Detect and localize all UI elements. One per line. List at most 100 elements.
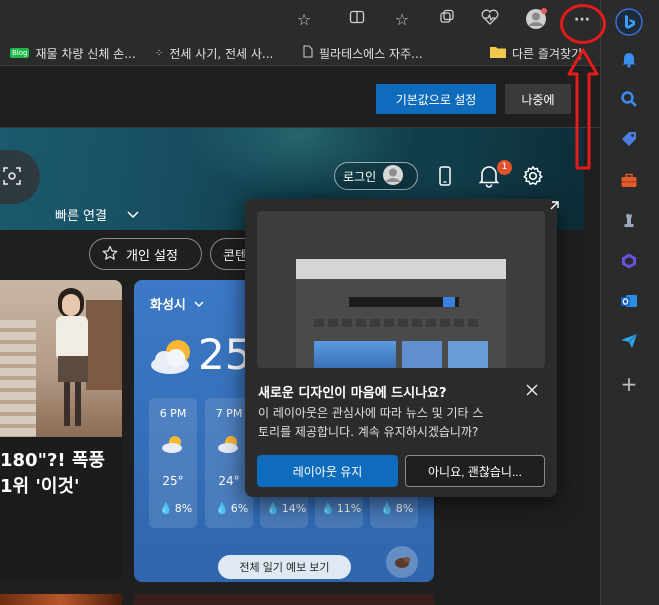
- precip-value: 6%: [230, 502, 249, 515]
- settings-gear-icon[interactable]: [522, 165, 544, 190]
- mobile-phone-icon[interactable]: [438, 166, 452, 189]
- user-avatar-icon: [382, 164, 404, 189]
- partly-cloudy-icon: [217, 434, 241, 457]
- preview-tile: [426, 319, 436, 327]
- folder-icon: [490, 46, 506, 61]
- bing-copilot-icon[interactable]: [615, 8, 643, 36]
- bell-icon[interactable]: [617, 50, 641, 74]
- weather-assistant-icon[interactable]: [386, 546, 418, 578]
- bookmark-label: 재물 차량 신체 손...: [35, 46, 136, 61]
- login-button[interactable]: 로그인: [334, 162, 418, 190]
- microsoft-365-icon[interactable]: [617, 252, 641, 276]
- precip-value: 11%: [336, 502, 362, 515]
- full-forecast-button[interactable]: 전체 일기 예보 보기: [218, 555, 351, 579]
- preview-search-button: [443, 297, 455, 307]
- preview-tile: [370, 319, 380, 327]
- camera-scan-icon[interactable]: [2, 166, 22, 189]
- preview-tile: [328, 319, 338, 327]
- person-skirt-shape: [58, 356, 88, 382]
- annotation-circle: [560, 4, 606, 44]
- person-sweater-shape: [56, 316, 88, 360]
- notification-count-badge: 1: [497, 160, 512, 175]
- raindrop-icon: 💧: [215, 502, 229, 515]
- quick-links-label: 빠른 연결: [55, 209, 107, 224]
- hour-precip: 💧 8%: [159, 502, 192, 515]
- shopping-tag-icon[interactable]: [617, 130, 641, 154]
- bookmark-label: 필라테스에스 자주...: [319, 46, 423, 61]
- preview-header: [296, 259, 506, 279]
- news-card[interactable]: 180"?! 폭풍 1위 '이것': [0, 280, 122, 582]
- content-chip-label: 콘텐: [223, 248, 247, 264]
- bookmark-item[interactable]: 필라테스에스 자주...: [303, 44, 423, 62]
- preview-tile: [468, 319, 478, 327]
- next-card-image: [0, 594, 122, 605]
- page-icon: [303, 45, 313, 61]
- set-default-button[interactable]: 기본값으로 설정: [376, 84, 496, 114]
- split-screen-icon[interactable]: [345, 8, 369, 32]
- precip-value: 8%: [174, 502, 193, 515]
- popup-body-line: 토리를 제공합니다. 계속 유지하시겠습니까?: [258, 425, 479, 439]
- preview-tile: [440, 319, 450, 327]
- preview-card: [448, 341, 488, 368]
- personalize-chip[interactable]: 개인 설정: [89, 238, 202, 270]
- precip-value: 8%: [395, 502, 414, 515]
- shelf-shape: [86, 300, 122, 390]
- profile-avatar[interactable]: [524, 8, 548, 32]
- annotation-up-arrow-icon: [566, 48, 600, 175]
- location-selector[interactable]: 화성시: [150, 294, 204, 313]
- games-chess-icon[interactable]: [617, 212, 641, 236]
- favorites-icon[interactable]: ☆: [390, 8, 414, 32]
- browser-essentials-icon[interactable]: [478, 8, 502, 32]
- dots-logo-icon: ⁘: [155, 47, 164, 59]
- bookmark-label: 전세 사기, 전세 사...: [169, 46, 274, 61]
- login-label: 로그인: [343, 169, 377, 184]
- keep-layout-button[interactable]: 레이아웃 유지: [257, 455, 398, 487]
- news-headline-line: 1위 '이것': [0, 476, 80, 497]
- preview-tile: [314, 319, 324, 327]
- partly-cloudy-icon: [148, 336, 198, 379]
- external-link-arrow-icon: [548, 200, 560, 215]
- location-label: 화성시: [150, 298, 186, 313]
- current-temperature: 25: [198, 330, 252, 379]
- close-icon[interactable]: [525, 383, 539, 400]
- news-headline-line: 180"?! 폭풍: [0, 450, 105, 471]
- outlook-icon[interactable]: [617, 292, 641, 316]
- preview-tile: [342, 319, 352, 327]
- add-plus-icon[interactable]: +: [617, 372, 641, 396]
- raindrop-icon: 💧: [159, 502, 173, 515]
- hour-precip: 💧 14%: [266, 502, 306, 515]
- send-plane-icon[interactable]: [617, 332, 641, 356]
- collections-icon[interactable]: [435, 8, 459, 32]
- quick-links-toggle[interactable]: 빠른 연결: [55, 205, 139, 224]
- star-add-favorite-icon[interactable]: ☆: [292, 8, 316, 32]
- tools-briefcase-icon[interactable]: [617, 172, 641, 196]
- chevron-down-icon: [194, 297, 204, 311]
- news-thumbnail-image: [0, 280, 122, 437]
- preview-tile: [412, 319, 422, 327]
- chevron-down-icon: [127, 208, 139, 222]
- search-icon[interactable]: [617, 90, 641, 114]
- next-card-image: [134, 594, 434, 605]
- hour-precip: 💧 11%: [321, 502, 361, 515]
- popup-body: 이 레이아웃은 관심사에 따라 뉴스 및 기타 스 토리를 제공합니다. 계속 …: [258, 404, 550, 442]
- bookmark-item[interactable]: Blog 재물 차량 신체 손...: [10, 44, 136, 62]
- popup-title: 새로운 디자인이 마음에 드시나요?: [258, 386, 447, 401]
- news-headline[interactable]: 180"?! 폭풍 1위 '이것': [0, 448, 122, 500]
- person-face-shape: [62, 294, 80, 316]
- hourly-forecast-card[interactable]: 6 PM 25° 💧 8%: [149, 398, 197, 528]
- page-scrollbar-track[interactable]: [584, 128, 600, 605]
- new-layout-feedback-popup: 새로운 디자인이 마음에 드시나요? 이 레이아웃은 관심사에 따라 뉴스 및 …: [245, 199, 557, 497]
- preview-tile: [356, 319, 366, 327]
- personalize-label: 개인 설정: [126, 248, 178, 264]
- stairs-shape: [0, 320, 36, 437]
- hour-time: 6 PM: [159, 407, 187, 420]
- bookmark-item[interactable]: ⁘ 전세 사기, 전세 사...: [155, 44, 273, 62]
- later-button[interactable]: 나중에: [505, 84, 571, 114]
- personalize-pencil-icon: [102, 245, 118, 264]
- hour-precip: 💧 6%: [215, 502, 248, 515]
- preview-weather-card: [314, 341, 396, 368]
- no-thanks-button[interactable]: 아니요, 괜찮습니...: [405, 455, 545, 487]
- person-leg-shape: [64, 382, 70, 426]
- person-leg-shape: [75, 382, 81, 426]
- bookmarks-bar: Blog 재물 차량 신체 손... ⁘ 전세 사기, 전세 사... 필라테스…: [0, 40, 600, 66]
